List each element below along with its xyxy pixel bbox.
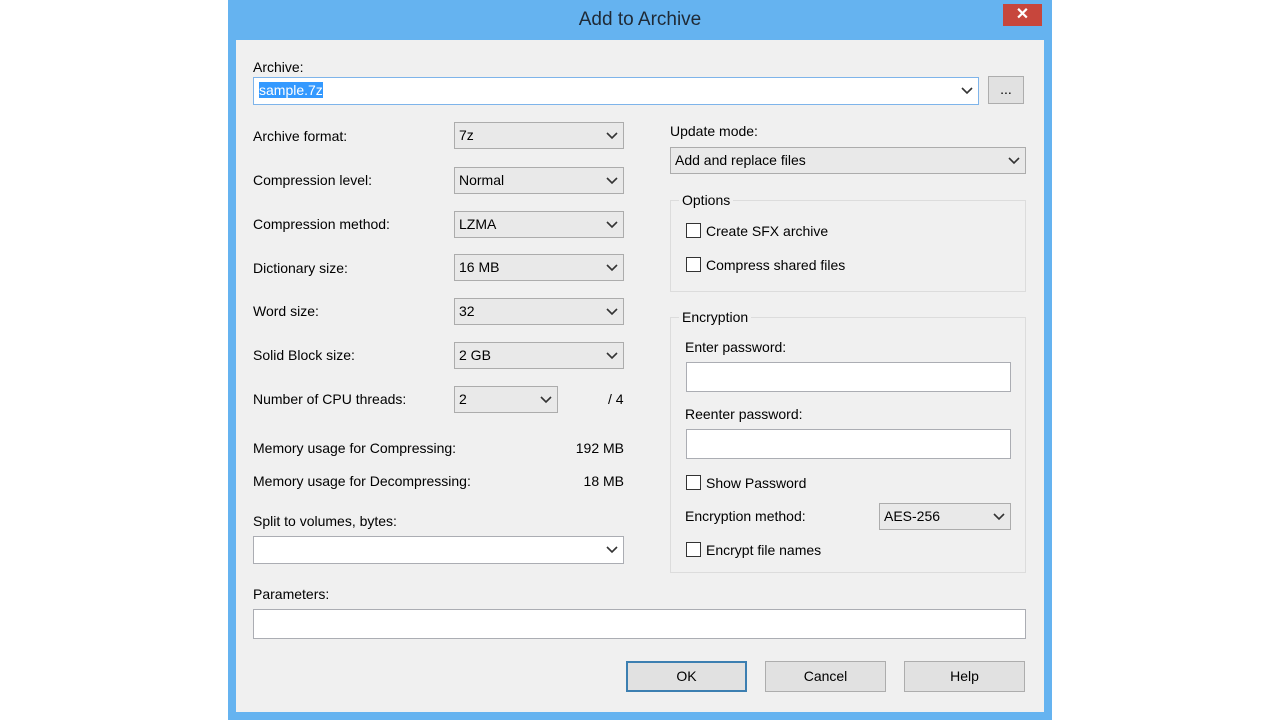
enter-password-input[interactable] xyxy=(686,362,1011,392)
solid-block-size-label: Solid Block size: xyxy=(253,347,355,363)
dictionary-size-label: Dictionary size: xyxy=(253,260,348,276)
memory-decompress-label: Memory usage for Decompressing: xyxy=(253,473,471,489)
cpu-threads-select[interactable]: 2 xyxy=(454,386,558,413)
archive-format-label: Archive format: xyxy=(253,128,348,144)
chevron-down-icon[interactable] xyxy=(604,541,620,558)
close-button[interactable]: ✕ xyxy=(1003,4,1042,26)
memory-decompress-value: 18 MB xyxy=(583,473,624,489)
cpu-threads-value: 2 xyxy=(459,391,467,407)
archive-path-value: sample.7z xyxy=(259,82,323,98)
archive-path-combobox[interactable]: sample.7z xyxy=(253,77,979,105)
encryption-method-select[interactable]: AES-256 xyxy=(879,503,1011,530)
create-sfx-checkbox[interactable] xyxy=(686,223,701,238)
browse-button[interactable]: ... xyxy=(988,76,1024,104)
create-sfx-label[interactable]: Create SFX archive xyxy=(706,223,828,239)
compression-level-value: Normal xyxy=(459,172,505,188)
window-title: Add to Archive xyxy=(578,9,702,30)
encrypt-names-checkbox[interactable] xyxy=(686,542,701,557)
options-group xyxy=(670,200,1026,292)
help-button[interactable]: Help xyxy=(904,661,1025,692)
show-password-checkbox[interactable] xyxy=(686,475,701,490)
close-icon: ✕ xyxy=(1015,6,1030,23)
dictionary-size-select[interactable]: 16 MB xyxy=(454,254,624,281)
dialog-client-area: Archive: sample.7z ... Archive format: 7… xyxy=(236,40,1044,712)
archive-format-select[interactable]: 7z xyxy=(454,122,624,149)
reenter-password-input[interactable] xyxy=(686,429,1011,459)
dictionary-size-value: 16 MB xyxy=(459,259,500,275)
parameters-label: Parameters: xyxy=(253,586,330,602)
compression-level-label: Compression level: xyxy=(253,172,373,188)
solid-block-size-value: 2 GB xyxy=(459,347,491,363)
encrypt-names-label[interactable]: Encrypt file names xyxy=(706,542,821,558)
archive-format-value: 7z xyxy=(459,127,474,143)
update-mode-value: Add and replace files xyxy=(675,152,806,168)
options-group-title: Options xyxy=(679,192,734,208)
archive-label: Archive: xyxy=(253,59,304,75)
compression-method-label: Compression method: xyxy=(253,216,390,232)
encryption-group-title: Encryption xyxy=(679,309,752,325)
chevron-down-icon xyxy=(606,132,618,140)
ok-button[interactable]: OK xyxy=(626,661,747,692)
chevron-down-icon[interactable] xyxy=(959,82,975,99)
reenter-password-label: Reenter password: xyxy=(685,406,803,422)
parameters-input[interactable] xyxy=(253,609,1026,639)
encryption-method-label: Encryption method: xyxy=(685,508,806,524)
word-size-label: Word size: xyxy=(253,303,319,319)
solid-block-size-select[interactable]: 2 GB xyxy=(454,342,624,369)
compress-shared-label[interactable]: Compress shared files xyxy=(706,257,845,273)
split-volumes-combobox[interactable] xyxy=(253,536,624,564)
split-volumes-label: Split to volumes, bytes: xyxy=(253,513,397,529)
update-mode-label: Update mode: xyxy=(670,123,758,139)
chevron-down-icon xyxy=(606,221,618,229)
chevron-down-icon xyxy=(606,264,618,272)
add-to-archive-window: Add to Archive ✕ Archive: sample.7z ... … xyxy=(228,0,1052,720)
compression-level-select[interactable]: Normal xyxy=(454,167,624,194)
cancel-button[interactable]: Cancel xyxy=(765,661,886,692)
word-size-select[interactable]: 32 xyxy=(454,298,624,325)
show-password-label[interactable]: Show Password xyxy=(706,475,806,491)
word-size-value: 32 xyxy=(459,303,475,319)
title-bar[interactable]: Add to Archive ✕ xyxy=(228,0,1052,40)
compression-method-value: LZMA xyxy=(459,216,497,232)
update-mode-select[interactable]: Add and replace files xyxy=(670,147,1026,174)
memory-compress-value: 192 MB xyxy=(575,440,624,456)
cpu-threads-label: Number of CPU threads: xyxy=(253,391,407,407)
encryption-method-value: AES-256 xyxy=(884,508,941,524)
chevron-down-icon xyxy=(606,177,618,185)
chevron-down-icon xyxy=(540,396,552,404)
memory-compress-label: Memory usage for Compressing: xyxy=(253,440,457,456)
chevron-down-icon xyxy=(606,308,618,316)
chevron-down-icon xyxy=(1008,157,1020,165)
cpu-threads-max: / 4 xyxy=(608,391,624,407)
enter-password-label: Enter password: xyxy=(685,339,787,355)
compression-method-select[interactable]: LZMA xyxy=(454,211,624,238)
compress-shared-checkbox[interactable] xyxy=(686,257,701,272)
chevron-down-icon xyxy=(993,513,1005,521)
chevron-down-icon xyxy=(606,352,618,360)
